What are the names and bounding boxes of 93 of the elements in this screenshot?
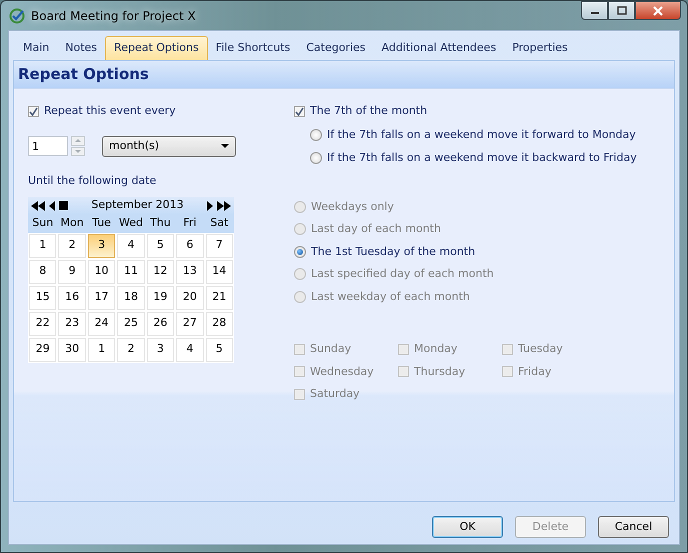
radio-label: Last weekday of each month — [311, 288, 470, 304]
day-cell[interactable]: 5 — [206, 338, 233, 362]
close-button[interactable] — [635, 1, 681, 20]
radio-label: If the 7th falls on a weekend move it backward to Friday — [327, 150, 637, 166]
radio-button[interactable] — [310, 152, 322, 164]
day-cell[interactable]: 21 — [206, 286, 233, 310]
tab[interactable]: File Shortcuts — [208, 36, 298, 60]
day-cell[interactable]: 14 — [206, 260, 233, 284]
day-cell[interactable]: 12 — [146, 260, 174, 284]
day-cell[interactable]: 24 — [88, 312, 116, 336]
radio-label: Last specified day of each month — [311, 266, 494, 282]
tab[interactable]: Notes — [57, 36, 106, 60]
tab[interactable]: Categories — [298, 36, 374, 60]
unit-dropdown[interactable]: month(s) — [102, 136, 236, 156]
day-cell[interactable]: 15 — [29, 286, 56, 310]
weekday-header: Wed — [118, 215, 144, 231]
day-cell[interactable]: 10 — [88, 260, 116, 284]
weekday-header: Thu — [149, 215, 172, 231]
weekday-header: Sun — [31, 215, 54, 231]
day-cell[interactable]: 18 — [117, 286, 145, 310]
day-cell[interactable]: 27 — [176, 312, 204, 336]
window-title: Board Meeting for Project X — [31, 8, 196, 24]
weekday-header: Tue — [91, 215, 112, 231]
down-arrow-icon — [75, 150, 81, 153]
day-cell[interactable]: 3 — [146, 338, 174, 362]
radio-button[interactable] — [310, 128, 322, 141]
weekday-header: Fri — [182, 215, 198, 231]
day-cell[interactable]: 1 — [88, 338, 116, 362]
maximize-icon — [616, 6, 626, 15]
day-cell[interactable]: 2 — [58, 234, 86, 258]
minimize-button[interactable] — [581, 1, 608, 20]
calendar-month: September 2013 — [90, 197, 185, 214]
radio-label: If the 7th falls on a weekend move it forward to Monday — [327, 126, 636, 142]
checkbox-label: Saturday — [310, 386, 360, 402]
day-cell[interactable]: 29 — [29, 338, 56, 362]
previous-month-icon[interactable] — [49, 200, 55, 210]
day-cell[interactable]: 16 — [58, 286, 86, 310]
day-cell[interactable]: 11 — [117, 260, 145, 284]
next-year-icon[interactable] — [217, 200, 231, 210]
section-title: Repeat Options — [14, 61, 674, 89]
checkbox-label: Wednesday — [310, 364, 374, 380]
radio-label: Weekdays only — [311, 198, 394, 214]
day-cell[interactable]: 2 — [117, 338, 145, 362]
spin-control[interactable] — [71, 136, 85, 156]
tab[interactable]: Main — [15, 36, 58, 60]
checkbox-label: Repeat this event every — [44, 103, 176, 119]
day-cell[interactable]: 5 — [146, 234, 174, 258]
radio-label: Last day of each month — [311, 221, 441, 237]
today-icon[interactable] — [59, 201, 68, 210]
checkbox-label: Monday — [414, 341, 458, 357]
checkbox-label: The 7th of the month — [310, 103, 428, 119]
dialog-button[interactable]: Cancel — [598, 516, 669, 538]
weekday-header: Mon — [60, 215, 85, 231]
tab[interactable]: Additional Attendees — [374, 36, 504, 60]
checkbox[interactable] — [28, 106, 39, 117]
day-cell[interactable]: 30 — [58, 338, 86, 362]
day-cell[interactable]: 19 — [146, 286, 174, 310]
day-cell[interactable]: 13 — [176, 260, 204, 284]
checkbox-label: Friday — [518, 364, 552, 380]
checkbox[interactable] — [294, 106, 305, 117]
day-cell[interactable]: 7 — [206, 234, 233, 258]
day-cell[interactable]: 8 — [29, 260, 56, 284]
checkbox-label: Sunday — [310, 341, 352, 357]
radio-label: The 1st Tuesday of the month — [311, 244, 476, 260]
weekday-header: Sat — [209, 215, 230, 231]
tab[interactable]: Properties — [504, 36, 576, 60]
checkbox-label: Tuesday — [518, 341, 563, 357]
day-cell[interactable]: 26 — [146, 312, 174, 336]
day-cell[interactable]: 28 — [206, 312, 233, 336]
day-cell[interactable]: 9 — [58, 260, 86, 284]
day-cell[interactable]: 23 — [58, 312, 86, 336]
day-cell[interactable]: 22 — [29, 312, 56, 336]
next-month-icon[interactable] — [207, 200, 213, 210]
day-cell[interactable]: 17 — [88, 286, 116, 310]
previous-year-icon[interactable] — [31, 200, 45, 210]
checkbox-label: Thursday — [414, 364, 466, 380]
until-label: Until the following date — [28, 172, 158, 188]
tab[interactable]: Repeat Options — [105, 36, 208, 60]
up-arrow-icon — [75, 139, 81, 142]
dialog-button[interactable]: OK — [432, 516, 503, 538]
maximize-button[interactable] — [608, 1, 635, 20]
dropdown-caret-icon — [221, 144, 229, 148]
day-cell[interactable]: 4 — [117, 234, 145, 258]
day-cell[interactable]: 4 — [176, 338, 204, 362]
close-icon — [652, 6, 664, 16]
interval-field[interactable]: 1 — [28, 136, 68, 156]
day-cell[interactable]: 3 — [88, 234, 116, 258]
radio-button[interactable] — [294, 246, 306, 258]
day-cell[interactable]: 20 — [176, 286, 204, 310]
day-cell[interactable]: 25 — [117, 312, 145, 336]
day-cell[interactable]: 1 — [29, 234, 56, 258]
app-check-icon — [9, 8, 25, 24]
day-cell[interactable]: 6 — [176, 234, 204, 258]
